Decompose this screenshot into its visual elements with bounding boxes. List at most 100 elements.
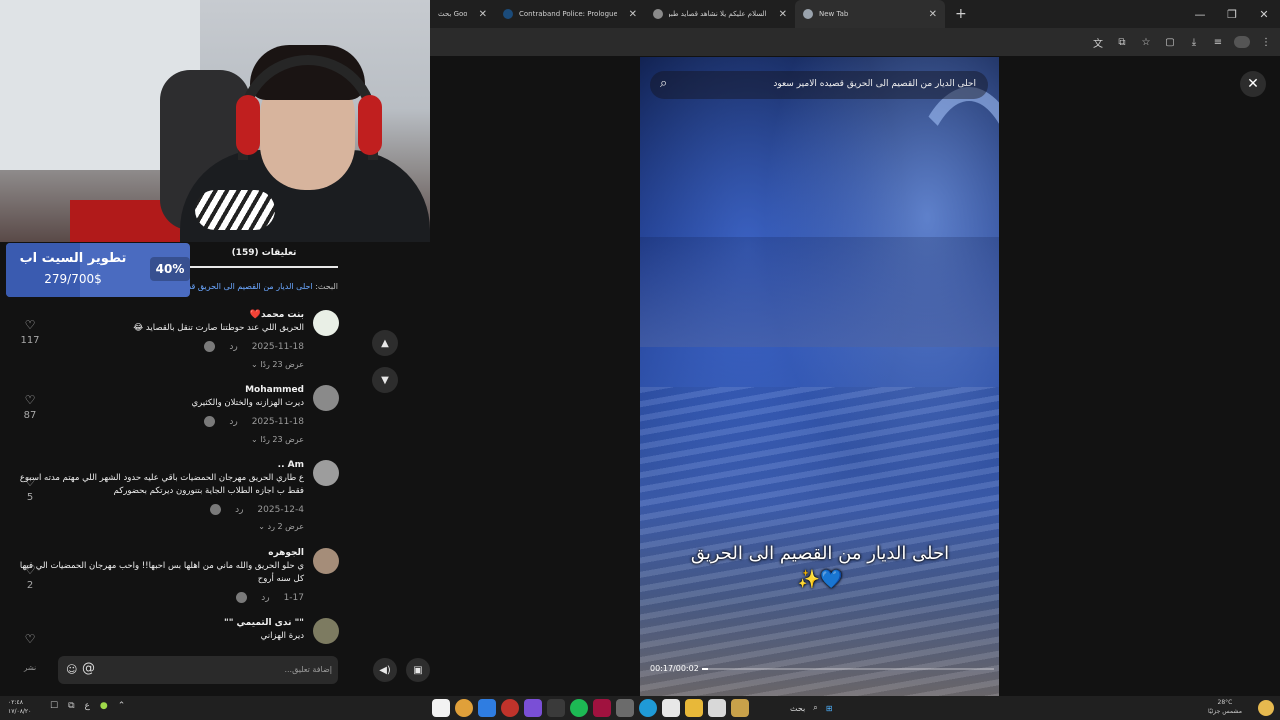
app-icon[interactable] — [547, 699, 565, 717]
pip-button[interactable]: ▣ — [406, 658, 430, 682]
taskbar-clock[interactable]: ٠٢:٤٨ ١٧/٠٨/٢٠ — [8, 698, 31, 716]
weather-temp: 28°C — [1217, 699, 1233, 706]
view-replies-button[interactable]: عرض 23 ردًا ⌄ — [251, 360, 304, 369]
comment-username[interactable]: Am .. — [278, 460, 304, 470]
tab-label: New Tab — [819, 10, 849, 18]
video-progress-bar[interactable] — [702, 668, 994, 670]
toolbar-icons: 文 ⧉ ☆ ▢ ⤓ ≡ ⋮ — [1090, 28, 1274, 56]
app-icon[interactable] — [432, 699, 450, 717]
comment-username[interactable]: "" ندى التميمي "" — [224, 618, 304, 628]
screencast-icon[interactable]: ⧉ — [1114, 34, 1130, 50]
tab-close-icon[interactable]: ✕ — [629, 9, 637, 20]
tab-label: Contraband Police: Prologue على Steam — [519, 10, 617, 18]
tray-chevron-icon[interactable]: ⌃ — [118, 701, 126, 711]
tab-label: بحث Google - — [438, 10, 467, 18]
reply-button[interactable]: رد — [261, 593, 269, 603]
tab-tiktok[interactable]: السلام عليكم يلا نشاهد قصايد طبوريات ✕ — [645, 0, 795, 28]
like-count: 87 — [23, 410, 37, 421]
avatar[interactable] — [313, 548, 339, 574]
like-button[interactable]: ♡ 117 — [18, 318, 42, 346]
avatar[interactable] — [313, 618, 339, 644]
app-icon[interactable] — [478, 699, 496, 717]
minimize-button[interactable]: — — [1184, 0, 1216, 28]
taskbar-weather[interactable]: 28°C مشمس جزئيًا — [1208, 698, 1242, 716]
close-icon: ✕ — [1247, 76, 1259, 92]
tab-new-tab[interactable]: New Tab ✕ — [795, 0, 945, 28]
view-replies-button[interactable]: عرض 2 رد ⌄ — [258, 522, 304, 531]
reply-button[interactable]: رد — [229, 417, 237, 427]
taskbar-search[interactable]: بحث ⌕ ⊞ — [760, 699, 848, 717]
restore-button[interactable]: ❐ — [1216, 0, 1248, 28]
app-icon[interactable] — [524, 699, 542, 717]
profile-icon[interactable] — [1234, 36, 1250, 48]
comment-input[interactable]: ☺ @ إضافة تعليق... — [58, 656, 338, 684]
app-icon[interactable] — [501, 699, 519, 717]
menu-icon[interactable]: ⋮ — [1258, 34, 1274, 50]
tab-google-search[interactable]: بحث Google - ✕ — [430, 0, 495, 28]
app-icon[interactable] — [593, 699, 611, 717]
video-search-bar[interactable]: ⌕ احلى الديار من القصيم الى الحريق قصيده… — [650, 71, 988, 99]
edge-app-icon[interactable] — [639, 699, 657, 717]
comment-date: 2025-11-18 — [251, 341, 304, 352]
like-button[interactable]: ♡ — [18, 632, 42, 644]
list-item: الجوهره ي حلو الحريق والله ماني من اهلها… — [0, 548, 345, 608]
spotify-app-icon[interactable] — [570, 699, 588, 717]
media-icon[interactable]: ≡ — [1210, 34, 1226, 50]
windows-start-icon[interactable]: ⊞ — [826, 704, 833, 713]
post-label[interactable]: نشر — [24, 664, 36, 672]
avatar[interactable] — [313, 460, 339, 486]
new-tab-button[interactable]: + — [945, 6, 977, 22]
tab-close-icon[interactable]: ✕ — [779, 9, 787, 20]
heart-icon: ♡ — [24, 393, 36, 407]
download-icon[interactable]: ⤓ — [1186, 34, 1202, 50]
comment-username[interactable]: الجوهره — [268, 548, 304, 558]
app-icon[interactable] — [616, 699, 634, 717]
comment-username[interactable]: بنت محمد❤️ — [250, 310, 304, 320]
volume-button[interactable]: ◀) — [373, 658, 397, 682]
like-button[interactable]: ♡ 2 — [18, 563, 42, 591]
close-window-button[interactable]: ✕ — [1248, 0, 1280, 28]
previous-video-button[interactable]: ▲ — [372, 330, 398, 356]
extensions-icon[interactable]: ▢ — [1162, 34, 1178, 50]
view-replies-label: عرض 2 رد — [267, 522, 304, 531]
chrome-app-icon[interactable] — [455, 699, 473, 717]
star-icon[interactable]: ☆ — [1138, 34, 1154, 50]
like-button[interactable]: ♡ 5 — [18, 475, 42, 503]
creator-icon — [204, 416, 216, 427]
browser-toolbar: 文 ⧉ ☆ ▢ ⤓ ≡ ⋮ — [430, 28, 1280, 56]
video-player[interactable]: ⌕ احلى الديار من القصيم الى الحريق قصيده… — [640, 57, 999, 696]
sun-icon[interactable] — [1258, 700, 1274, 716]
security-icon[interactable]: ● — [100, 701, 108, 711]
headset-cup-right — [358, 95, 382, 155]
app-icon[interactable] — [662, 699, 680, 717]
next-video-button[interactable]: ▼ — [372, 367, 398, 393]
explorer-app-icon[interactable] — [685, 699, 703, 717]
tab-close-icon[interactable]: ✕ — [929, 9, 937, 20]
heart-icon: ♡ — [24, 563, 36, 577]
network-icon[interactable]: ⧉ — [68, 701, 74, 711]
tab-steam[interactable]: Contraband Police: Prologue على Steam ✕ — [495, 0, 645, 28]
view-replies-button[interactable]: عرض 23 ردًا ⌄ — [251, 435, 304, 444]
translate-icon[interactable]: 文 — [1090, 34, 1106, 50]
comment-username[interactable]: Mohammed — [245, 385, 304, 395]
like-button[interactable]: ♡ 87 — [18, 393, 42, 421]
goal-percent: 40% — [150, 257, 190, 281]
mention-icon[interactable]: @ — [82, 661, 95, 676]
avatar[interactable] — [313, 385, 339, 411]
speaker-icon: ◀) — [379, 664, 391, 676]
avatar[interactable] — [313, 310, 339, 336]
app-icon[interactable] — [731, 699, 749, 717]
emoji-icon[interactable]: ☺ — [66, 663, 77, 676]
tab-close-icon[interactable]: ✕ — [479, 9, 487, 20]
reply-button[interactable]: رد — [229, 342, 237, 352]
comment-date: 1-17 — [283, 592, 304, 603]
search-icon[interactable]: ⌕ — [660, 76, 667, 91]
comment-meta: 1-17 رد — [236, 592, 304, 603]
notification-icon[interactable]: ☐ — [50, 701, 58, 711]
app-icon[interactable] — [708, 699, 726, 717]
comment-text: ديرة الهزاني — [260, 631, 304, 641]
language-indicator[interactable]: ع — [85, 701, 90, 711]
comment-date: 2025-11-18 — [251, 416, 304, 427]
close-button[interactable]: ✕ — [1240, 71, 1266, 97]
reply-button[interactable]: رد — [235, 505, 243, 515]
